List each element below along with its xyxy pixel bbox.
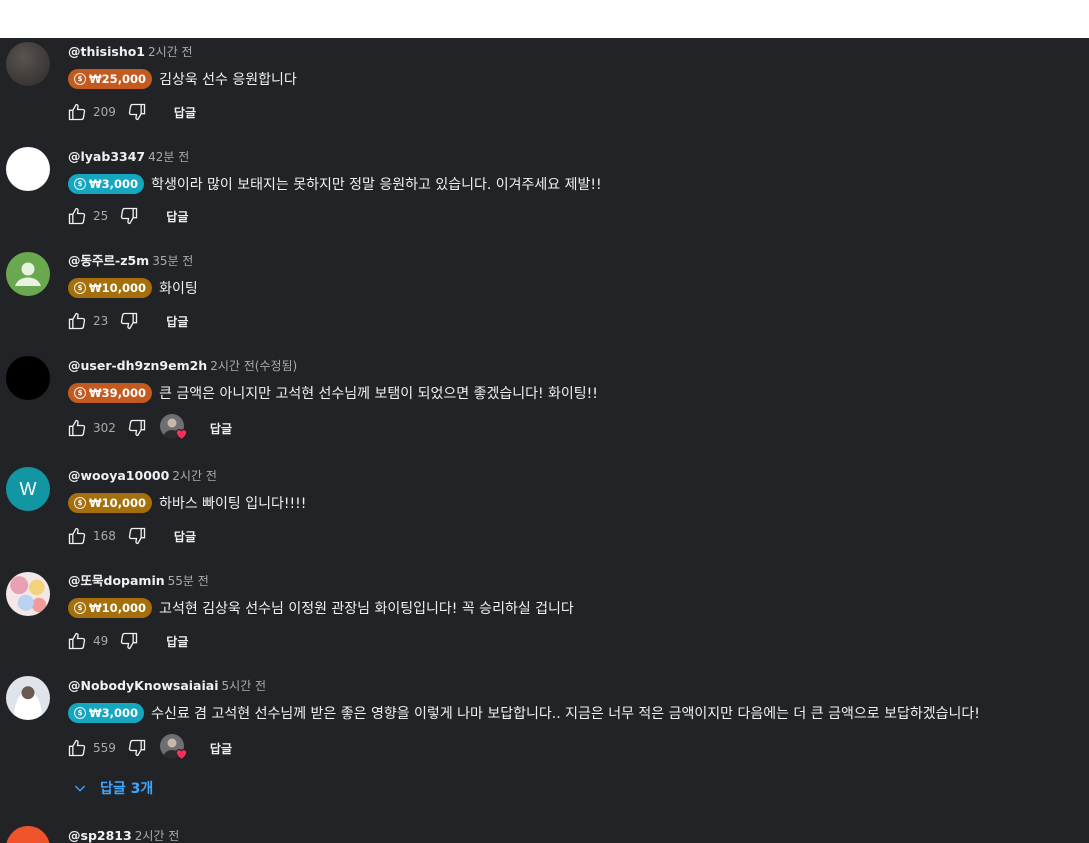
reply-button[interactable]: 답글: [166, 633, 188, 650]
view-replies-button[interactable]: 답글 3개: [72, 778, 153, 798]
like-count: 23: [93, 314, 109, 328]
comment-author[interactable]: @sp2813: [68, 828, 132, 843]
creator-heart-badge: [159, 414, 190, 444]
thumbs-down-icon[interactable]: [118, 205, 140, 227]
thumbs-up-icon[interactable]: [66, 417, 88, 439]
comment-time[interactable]: 2시간 전: [148, 45, 193, 59]
comment-time[interactable]: 42분 전: [148, 150, 189, 164]
super-chat-amount: ₩10,000: [89, 601, 147, 615]
avatar[interactable]: [6, 356, 50, 400]
thumbs-down-icon[interactable]: [126, 737, 148, 759]
coin-icon: $: [74, 178, 86, 190]
thumbs-down-icon[interactable]: [118, 630, 140, 652]
super-chat-amount: ₩25,000: [89, 72, 147, 86]
thumbs-down-icon[interactable]: [118, 310, 140, 332]
like-count: 559: [93, 741, 116, 755]
thumbs-up-icon[interactable]: [66, 205, 88, 227]
coin-icon: $: [74, 387, 86, 399]
super-chat-amount: ₩10,000: [89, 496, 147, 510]
thumbs-up-icon[interactable]: [66, 101, 88, 123]
like-count: 209: [93, 105, 116, 119]
super-chat-amount: ₩3,000: [89, 177, 139, 191]
comment-text: 수신료 겸 고석현 선수님께 받은 좋은 영향을 이렇게 나마 보답합니다.. …: [151, 706, 980, 722]
reply-button[interactable]: 답글: [166, 313, 188, 330]
like-count: 25: [93, 209, 109, 223]
super-chat-badge: $ ₩10,000: [68, 493, 153, 513]
avatar[interactable]: [6, 826, 50, 843]
thumbs-up-icon[interactable]: [66, 630, 88, 652]
thumbs-up-icon[interactable]: [66, 737, 88, 759]
avatar-letter: W: [19, 478, 37, 499]
view-replies-label: 답글 3개: [100, 781, 154, 797]
comment-time[interactable]: 2시간 전: [135, 829, 180, 843]
super-chat-amount: ₩39,000: [89, 386, 147, 400]
coin-icon: $: [74, 73, 86, 85]
comment-author[interactable]: @thisisho1: [68, 44, 145, 59]
super-chat-badge: $ ₩39,000: [68, 383, 153, 403]
reply-button[interactable]: 답글: [210, 740, 232, 757]
avatar[interactable]: [6, 147, 50, 191]
top-blank-bar: [0, 0, 1089, 38]
thumbs-up-icon[interactable]: [66, 310, 88, 332]
avatar[interactable]: [6, 42, 50, 86]
comment-author[interactable]: @wooya10000: [68, 468, 169, 483]
avatar[interactable]: W: [6, 467, 50, 511]
super-chat-badge: $ ₩3,000: [68, 174, 145, 194]
avatar[interactable]: [6, 252, 50, 296]
thumbs-down-icon[interactable]: [126, 101, 148, 123]
thumbs-down-icon[interactable]: [126, 417, 148, 439]
comment-text: 큰 금액은 아니지만 고석현 선수님께 보탬이 되었으면 좋겠습니다! 화이팅!…: [159, 386, 598, 402]
creator-heart-badge: [159, 734, 190, 764]
thumbs-up-icon[interactable]: [66, 525, 88, 547]
comment-time[interactable]: 35분 전: [152, 254, 193, 268]
comment-text: 하바스 빠이팅 입니다!!!!: [159, 496, 307, 512]
super-chat-badge: $ ₩10,000: [68, 278, 153, 298]
avatar[interactable]: [6, 676, 50, 720]
comment-author[interactable]: @동주르-z5m: [68, 253, 149, 268]
reply-button[interactable]: 답글: [174, 104, 196, 121]
comment-time[interactable]: 2시간 전(수정됨): [210, 359, 297, 373]
super-chat-badge: $ ₩3,000: [68, 703, 145, 723]
comment-author[interactable]: @lyab3347: [68, 149, 145, 164]
coin-icon: $: [74, 602, 86, 614]
comment-author[interactable]: @user-dh9zn9em2h: [68, 358, 207, 373]
coin-icon: $: [74, 707, 86, 719]
comment-text: 고석현 김상욱 선수님 이정원 관장님 화이팅입니다! 꼭 승리하실 겁니다: [159, 601, 574, 617]
reply-button[interactable]: 답글: [166, 208, 188, 225]
comment-author[interactable]: @NobodyKnowsaiaiai: [68, 678, 219, 693]
like-count: 302: [93, 421, 116, 435]
comment-time[interactable]: 55분 전: [168, 574, 209, 588]
comment-text: 학생이라 많이 보태지는 못하지만 정말 응원하고 있습니다. 이겨주세요 제발…: [151, 177, 602, 193]
comment-text: 화이팅: [159, 281, 198, 297]
avatar[interactable]: [6, 572, 50, 616]
super-chat-badge: $ ₩10,000: [68, 598, 153, 618]
coin-icon: $: [74, 282, 86, 294]
thumbs-down-icon[interactable]: [126, 525, 148, 547]
comment-author[interactable]: @또묵dopamin: [68, 573, 165, 588]
super-chat-badge: $ ₩25,000: [68, 69, 153, 89]
super-chat-amount: ₩10,000: [89, 281, 147, 295]
like-count: 168: [93, 529, 116, 543]
heart-icon: [175, 425, 188, 444]
comments-panel: @thisisho1 2시간 전 $ ₩25,000 김상욱 선수 응원합니다 20…: [0, 38, 1089, 843]
super-chat-amount: ₩3,000: [89, 706, 139, 720]
like-count: 49: [93, 634, 109, 648]
comment-time[interactable]: 5시간 전: [222, 679, 267, 693]
default-avatar-icon: [15, 262, 41, 286]
comment-time[interactable]: 2시간 전: [172, 469, 217, 483]
coin-icon: $: [74, 497, 86, 509]
reply-button[interactable]: 답글: [210, 420, 232, 437]
reply-button[interactable]: 답글: [174, 528, 196, 545]
chevron-down-icon: [72, 780, 88, 796]
comment-text: 김상욱 선수 응원합니다: [159, 72, 297, 88]
heart-icon: [175, 745, 188, 764]
